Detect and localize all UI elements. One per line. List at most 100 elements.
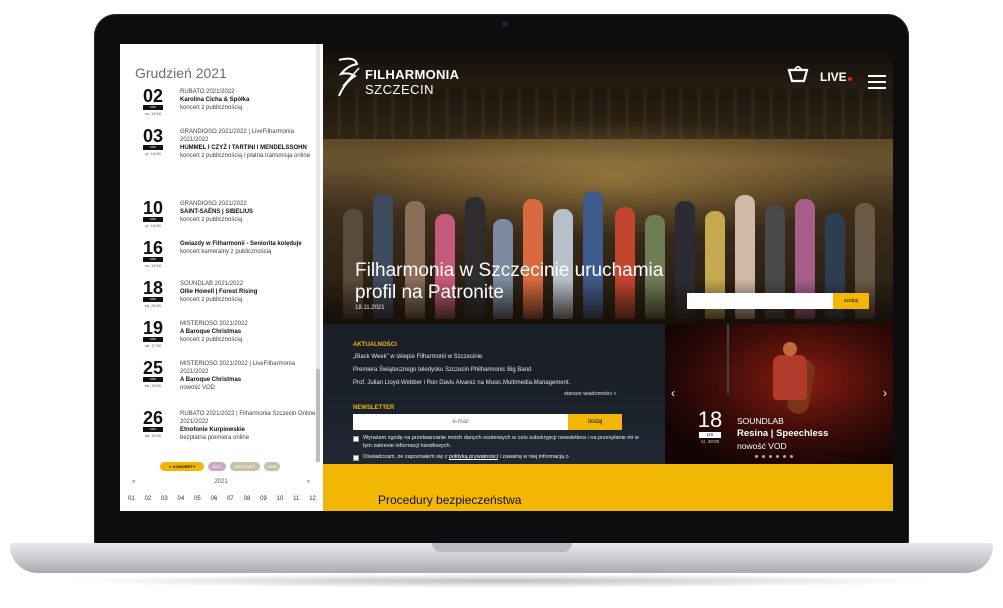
filter-exhibitions[interactable]: WYSTAWY (230, 462, 260, 471)
month-button[interactable]: 10 (277, 496, 284, 505)
event-cycle: MISTERIOSO 2021/2022 (180, 321, 248, 327)
site-logo[interactable]: FILHARMONIA SZCZECIN (335, 56, 465, 100)
slider-day: 18 (697, 407, 723, 432)
event-title[interactable]: Etnofonie Kurpiowskie (180, 426, 318, 434)
event-desc: koncert z publicznością (180, 217, 243, 223)
slider-dot[interactable] (755, 455, 758, 458)
event-time: sb, 19:00 (144, 383, 162, 388)
hamburger-menu-icon[interactable] (868, 75, 886, 89)
safety-procedures-heading[interactable]: Procedury bezpieczeństwa (378, 493, 521, 507)
event-time: nd, 17:00 (144, 343, 162, 348)
month-button[interactable]: 11 (293, 496, 299, 505)
event-time: pt, 19:00 (145, 151, 161, 156)
month-button[interactable]: 12 (309, 496, 316, 505)
news-link[interactable]: Prof. Julian Lloyd-Webber i Ron Davis Al… (353, 380, 570, 386)
year-label: 2021 (214, 479, 228, 485)
month-button[interactable]: 06 (211, 496, 218, 505)
event-title[interactable]: Gwiazdy w Filharmonii - Seniorita kolędu… (180, 240, 318, 248)
event-slider[interactable]: ‹ › 18 LIS cz, 20:00 SOUNDLAB Resina | S… (665, 324, 893, 464)
slider-dot[interactable] (762, 455, 765, 458)
slider-subtitle: nowość VOD (737, 441, 787, 451)
event-title[interactable]: Ollie Howell | Forest Rising (180, 288, 318, 296)
slider-cycle: SOUNDLAB (737, 416, 784, 426)
event-day: 03 (142, 126, 164, 146)
event-day: 18 (142, 278, 164, 298)
event-text: GRANDIOSO 2021/2022 SAINT-SAËNS | SIBELI… (180, 200, 318, 224)
event-date: 19 GRU nd, 17:00 (142, 319, 164, 348)
month-button[interactable]: 08 (244, 496, 251, 505)
event-day: 02 (142, 86, 164, 106)
event-cycle: RUBATO 2021/2022 | Filharmonia Szczecin … (180, 411, 316, 425)
slider-title[interactable]: Resina | Speechless (737, 428, 828, 439)
event-title[interactable]: A Baroque Christmas (180, 328, 318, 336)
consent-text-2: Oświadczam, że zapoznałem się z polityką… (363, 453, 643, 461)
search-button[interactable]: szukaj (833, 293, 869, 309)
year-next-button[interactable]: » (307, 479, 310, 485)
slider-month: LIS (699, 432, 721, 438)
month-button[interactable]: 03 (161, 496, 168, 505)
event-title[interactable]: HUMMEL I CZYŻ I TARTINI I MENDELSSOHN (180, 144, 318, 152)
event-text: MISTERIOSO 2021/2022 A Baroque Christmas… (180, 320, 318, 344)
event-date: 16 GRU cz, 19:00 (142, 239, 164, 268)
webcam (502, 21, 508, 27)
month-button[interactable]: 05 (194, 496, 201, 505)
event-title[interactable]: A Baroque Christmas (180, 376, 318, 384)
hero-headline[interactable]: Filharmonia w Szczecinie uruchamia profi… (355, 260, 675, 304)
older-news-link[interactable]: starsze wiadomości » (564, 391, 617, 397)
event-day: 10 (142, 198, 164, 218)
logo-text-szczecin: SZCZECIN (365, 82, 434, 97)
event-filters: × KONCERTY EDU WYSTAWY INNE (160, 462, 320, 472)
news-link[interactable]: „Black Week” w sklepie Filharmonii w Szc… (353, 354, 482, 360)
month-button[interactable]: 04 (178, 496, 185, 505)
scrollbar-thumb[interactable] (316, 369, 320, 462)
slider-next-arrow-icon[interactable]: › (883, 386, 887, 400)
screen: Grudzień 2021 02 GRU cz, 19:00 RUBATO 20… (120, 44, 893, 511)
newsletter-submit-button[interactable]: dodaj (568, 414, 622, 430)
consent-checkbox-2[interactable] (353, 455, 359, 461)
month-button[interactable]: 02 (145, 496, 152, 505)
slider-dot[interactable] (790, 455, 793, 458)
news-link[interactable]: Premiera Świątecznego teledysku Szczecin… (353, 367, 531, 373)
month-button[interactable]: 09 (260, 496, 267, 505)
live-button[interactable]: LIVE (820, 70, 847, 84)
slider-photo-performer (773, 355, 807, 400)
event-date: 25 GRU sb, 19:00 (142, 359, 164, 388)
privacy-policy-link[interactable]: polityką prywatności (449, 454, 498, 460)
event-title[interactable]: SAINT-SAËNS | SIBELIUS (180, 208, 318, 216)
laptop-shadow (60, 574, 943, 588)
logo-icon (338, 57, 360, 97)
consent-text-2-start: Oświadczam, że zapoznałem się z (363, 454, 449, 460)
filter-concerts-label: KONCERTY (172, 464, 196, 469)
slider-prev-arrow-icon[interactable]: ‹ (671, 386, 675, 400)
consent-checkbox-1[interactable] (353, 436, 359, 442)
slider-time: cz, 20:00 (700, 439, 720, 444)
month-button[interactable]: 07 (227, 496, 234, 505)
calendar-scrollbar[interactable] (316, 44, 320, 462)
month-button[interactable]: 01 (128, 496, 135, 505)
slider-dot[interactable] (776, 455, 779, 458)
event-day: 26 (142, 408, 164, 428)
main-content: FILHARMONIA SZCZECIN LIVE Filharmonia w … (323, 44, 893, 511)
slider-photo-stand (727, 324, 729, 394)
filter-edu[interactable]: EDU (208, 462, 226, 471)
event-title[interactable]: Karolina Cicha & Spółka (180, 96, 318, 104)
event-cycle: MISTERIOSO 2021/2022 | LiveFilharmonia 2… (180, 361, 295, 375)
slider-dot[interactable] (783, 455, 786, 458)
event-cycle: GRANDIOSO 2021/2022 | LiveFilharmonia 20… (180, 129, 294, 143)
newsletter-email-input[interactable] (353, 414, 568, 430)
event-text: MISTERIOSO 2021/2022 | LiveFilharmonia 2… (180, 360, 318, 392)
calendar-month-title: Grudzień 2021 (135, 65, 227, 81)
filter-misc[interactable]: INNE (264, 462, 280, 471)
hero-banner[interactable]: FILHARMONIA SZCZECIN LIVE Filharmonia w … (323, 44, 893, 324)
search-input[interactable] (687, 293, 833, 309)
event-desc: koncert z publicznością / płatna transmi… (180, 153, 311, 159)
event-cycle: SOUNDLAB 2021/2022 (180, 281, 244, 287)
basket-icon[interactable] (787, 64, 809, 84)
event-date: 18 GRU sb, 20:00 (142, 278, 164, 308)
event-date: 03 GRU pt, 19:00 (142, 126, 164, 156)
event-date: 02 GRU cz, 19:00 (142, 86, 164, 116)
filter-concerts[interactable]: × KONCERTY (160, 462, 204, 471)
event-desc: koncert z publicznością (180, 105, 243, 111)
event-cycle: RUBATO 2021/2022 (180, 89, 235, 95)
slider-dot[interactable] (769, 455, 772, 458)
